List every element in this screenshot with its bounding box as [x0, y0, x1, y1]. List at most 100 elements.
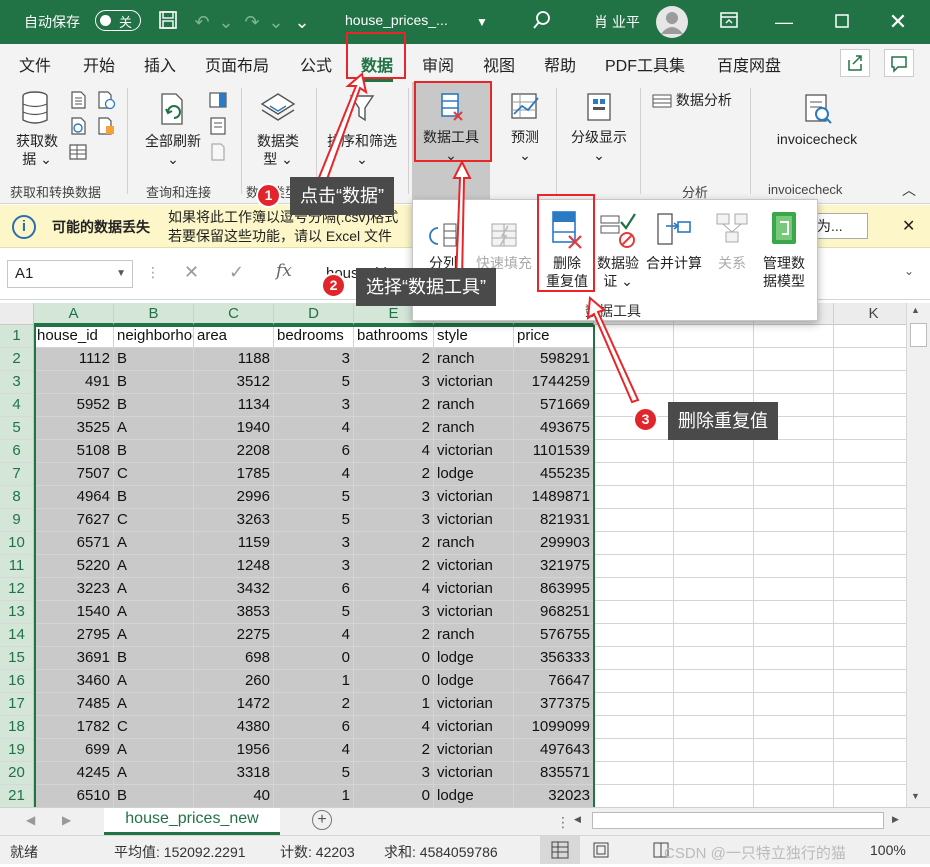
empty-cell[interactable]: [754, 509, 834, 532]
from-table-icon[interactable]: [68, 142, 88, 165]
tab-review[interactable]: 审阅: [422, 52, 454, 76]
table-cell[interactable]: 1472: [194, 693, 274, 716]
table-cell[interactable]: 835571: [514, 762, 594, 785]
table-cell[interactable]: victorian: [434, 601, 514, 624]
table-cell[interactable]: 260: [194, 670, 274, 693]
empty-cell[interactable]: [754, 440, 834, 463]
table-cell[interactable]: A: [114, 670, 194, 693]
table-cell[interactable]: victorian: [434, 440, 514, 463]
empty-cell[interactable]: [594, 785, 674, 807]
row-header[interactable]: 3: [0, 371, 34, 394]
empty-cell[interactable]: [674, 371, 754, 394]
row-header[interactable]: 5: [0, 417, 34, 440]
table-cell[interactable]: 4380: [194, 716, 274, 739]
table-cell[interactable]: 2: [354, 394, 434, 417]
table-cell[interactable]: 6: [274, 578, 354, 601]
table-cell[interactable]: A: [114, 624, 194, 647]
avatar[interactable]: [656, 6, 688, 38]
table-cell[interactable]: 3318: [194, 762, 274, 785]
row-header[interactable]: 20: [0, 762, 34, 785]
page-layout-view-icon[interactable]: [592, 842, 610, 861]
header-cell[interactable]: neighborhood: [114, 325, 194, 348]
empty-cell[interactable]: [674, 348, 754, 371]
empty-cell[interactable]: [594, 739, 674, 762]
maximize-icon[interactable]: [830, 10, 854, 34]
empty-cell[interactable]: [594, 463, 674, 486]
table-cell[interactable]: 1744259: [514, 371, 594, 394]
empty-cell[interactable]: [674, 463, 754, 486]
table-cell[interactable]: ranch: [434, 348, 514, 371]
row-header[interactable]: 11: [0, 555, 34, 578]
empty-cell[interactable]: [834, 624, 906, 647]
empty-cell[interactable]: [754, 716, 834, 739]
data-validation-button[interactable]: 数据验 证 ⌄: [595, 208, 641, 290]
table-cell[interactable]: 2: [274, 693, 354, 716]
empty-cell[interactable]: [674, 555, 754, 578]
empty-cell[interactable]: [674, 785, 754, 807]
empty-cell[interactable]: [834, 486, 906, 509]
tab-home[interactable]: 开始: [83, 52, 115, 76]
table-cell[interactable]: 5: [274, 601, 354, 624]
table-cell[interactable]: 699: [34, 739, 114, 762]
scroll-left-icon[interactable]: ◀: [574, 814, 581, 825]
search-icon[interactable]: [530, 10, 554, 34]
table-cell[interactable]: lodge: [434, 670, 514, 693]
table-cell[interactable]: lodge: [434, 463, 514, 486]
empty-cell[interactable]: [674, 739, 754, 762]
minimize-icon[interactable]: —: [772, 10, 796, 34]
table-cell[interactable]: 3691: [34, 647, 114, 670]
save-icon[interactable]: [156, 10, 180, 34]
table-cell[interactable]: 40: [194, 785, 274, 807]
tab-file[interactable]: 文件: [19, 52, 51, 76]
table-cell[interactable]: 5952: [34, 394, 114, 417]
table-cell[interactable]: 4: [354, 440, 434, 463]
close-icon[interactable]: ✕: [886, 10, 910, 34]
table-cell[interactable]: 3: [354, 509, 434, 532]
row-header[interactable]: 18: [0, 716, 34, 739]
table-cell[interactable]: 1134: [194, 394, 274, 417]
data-analysis-button[interactable]: 数据分析: [652, 90, 732, 110]
select-all-corner[interactable]: [0, 303, 34, 325]
empty-cell[interactable]: [754, 578, 834, 601]
existing-connections-icon[interactable]: [96, 116, 116, 139]
undo-icon[interactable]: ↶: [190, 10, 214, 34]
empty-cell[interactable]: [834, 739, 906, 762]
table-cell[interactable]: A: [114, 532, 194, 555]
empty-cell[interactable]: [834, 325, 906, 348]
empty-cell[interactable]: [594, 532, 674, 555]
table-cell[interactable]: 6571: [34, 532, 114, 555]
table-cell[interactable]: victorian: [434, 762, 514, 785]
table-cell[interactable]: 4: [274, 463, 354, 486]
table-cell[interactable]: lodge: [434, 647, 514, 670]
empty-cell[interactable]: [594, 555, 674, 578]
redo-icon[interactable]: ↷: [240, 10, 264, 34]
table-cell[interactable]: 4: [354, 716, 434, 739]
refresh-all-button[interactable]: 全部刷新 ⌄: [138, 90, 208, 168]
save-as-button[interactable]: 为...: [812, 213, 868, 239]
table-cell[interactable]: A: [114, 739, 194, 762]
table-cell[interactable]: 5: [274, 371, 354, 394]
empty-cell[interactable]: [834, 647, 906, 670]
table-cell[interactable]: 5108: [34, 440, 114, 463]
table-cell[interactable]: 4: [354, 578, 434, 601]
column-header-k[interactable]: K: [834, 303, 906, 325]
column-header-b[interactable]: B: [114, 303, 194, 325]
header-cell[interactable]: bathrooms: [354, 325, 434, 348]
empty-cell[interactable]: [594, 670, 674, 693]
empty-cell[interactable]: [754, 463, 834, 486]
table-cell[interactable]: 493675: [514, 417, 594, 440]
table-cell[interactable]: 3525: [34, 417, 114, 440]
row-header[interactable]: 13: [0, 601, 34, 624]
normal-view-button[interactable]: [540, 836, 580, 864]
table-cell[interactable]: 4245: [34, 762, 114, 785]
worksheet-grid[interactable]: ABCDEFGHIJK 1house_idneighborhoodareabed…: [0, 303, 906, 807]
sort-filter-button[interactable]: 排序和筛选 ⌄: [322, 90, 402, 168]
table-cell[interactable]: 3: [354, 486, 434, 509]
table-cell[interactable]: victorian: [434, 716, 514, 739]
from-web-icon[interactable]: [68, 116, 88, 139]
table-cell[interactable]: 4: [274, 624, 354, 647]
table-cell[interactable]: 455235: [514, 463, 594, 486]
empty-cell[interactable]: [754, 555, 834, 578]
recent-sources-icon[interactable]: [96, 90, 116, 113]
table-cell[interactable]: 2: [354, 417, 434, 440]
